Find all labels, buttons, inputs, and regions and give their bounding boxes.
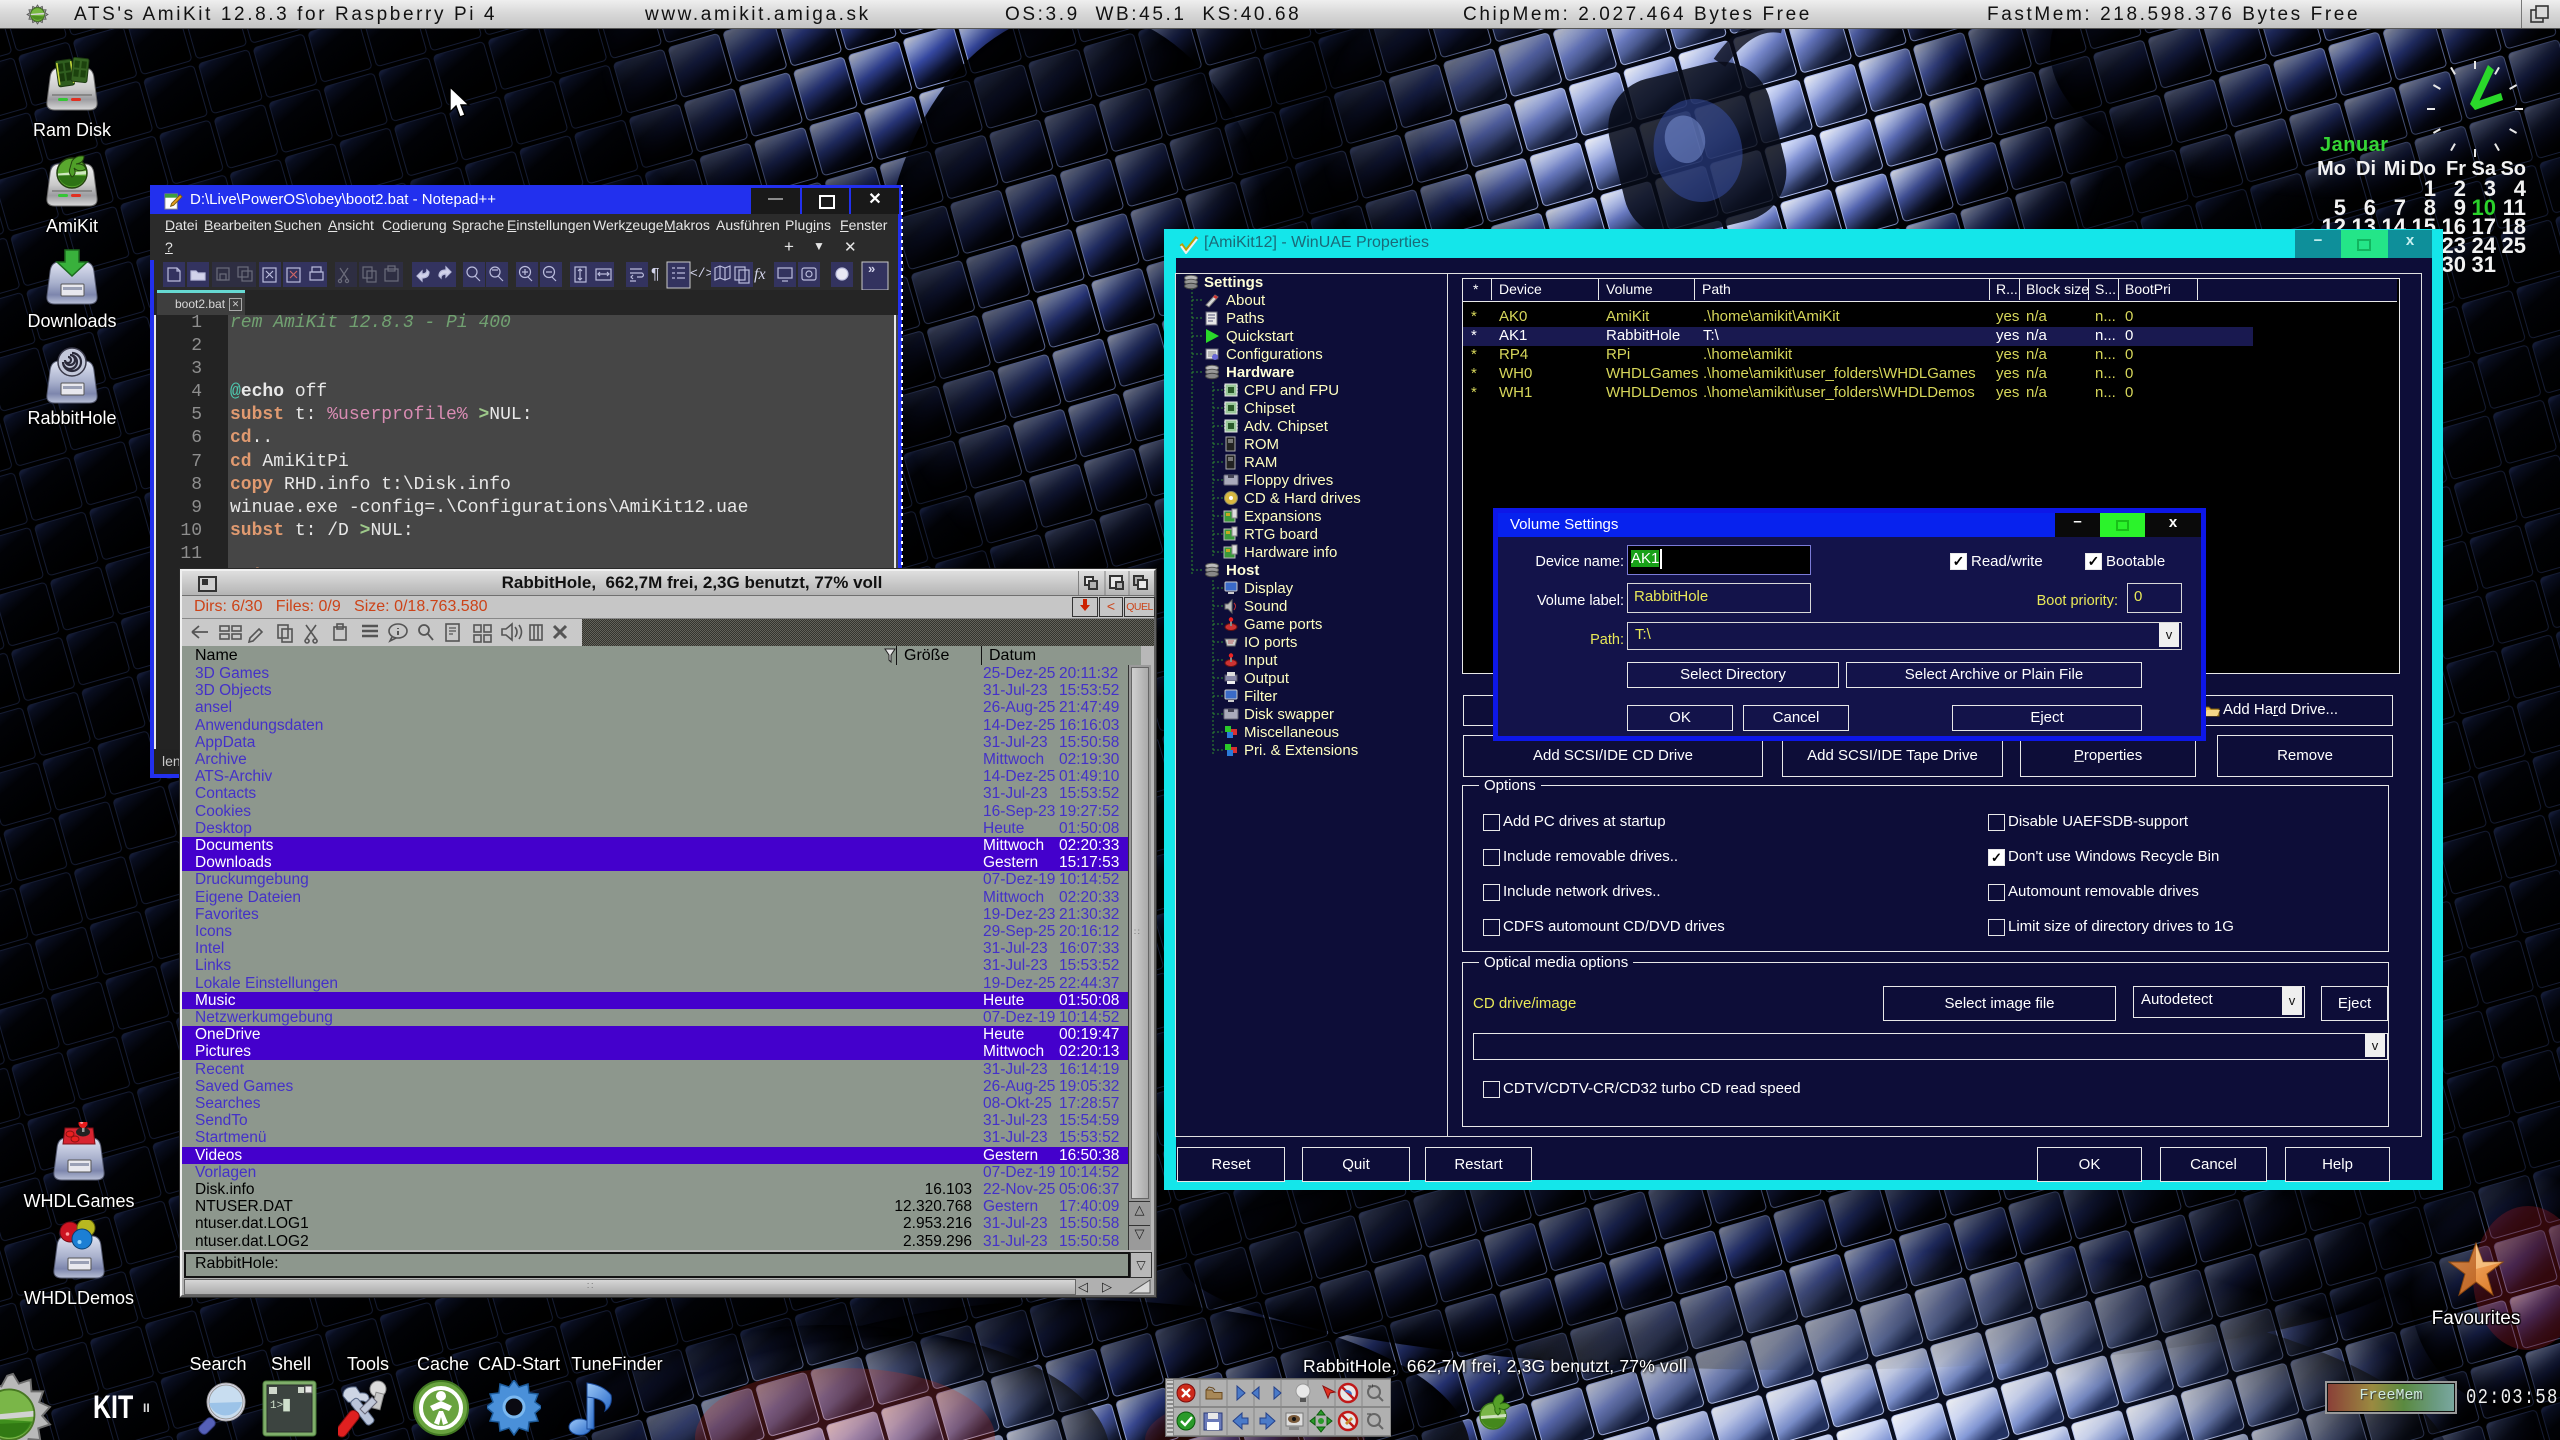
svg-text:Input: Input <box>1244 652 1278 669</box>
svg-text:Filter: Filter <box>1244 688 1277 705</box>
svg-text:Quickstart: Quickstart <box>1226 328 1294 345</box>
svg-text:IO ports: IO ports <box>1244 634 1297 651</box>
svg-text:RTG board: RTG board <box>1244 526 1318 543</box>
svg-text:1>█: 1>█ <box>270 1398 290 1412</box>
svg-text:Settings: Settings <box>1204 274 1263 291</box>
svg-text:Adv. Chipset: Adv. Chipset <box>1244 418 1329 435</box>
svg-text:¶: ¶ <box>651 266 660 283</box>
svg-text:Miscellaneous: Miscellaneous <box>1244 724 1339 741</box>
svg-text:ROM: ROM <box>1244 436 1279 453</box>
svg-text:Game ports: Game ports <box>1244 616 1322 633</box>
svg-text:Sound: Sound <box>1244 598 1287 615</box>
svg-text:Expansions: Expansions <box>1244 508 1322 525</box>
svg-text:RAM: RAM <box>1244 454 1277 471</box>
svg-text:Paths: Paths <box>1226 310 1264 327</box>
svg-text:»: » <box>868 261 875 276</box>
svg-text:Chipset: Chipset <box>1244 400 1296 417</box>
svg-text:CD & Hard drives: CD & Hard drives <box>1244 490 1361 507</box>
svg-text:Disk swapper: Disk swapper <box>1244 706 1334 723</box>
svg-text:Output: Output <box>1244 670 1290 687</box>
svg-text:fx: fx <box>754 266 766 283</box>
svg-text:Pri. & Extensions: Pri. & Extensions <box>1244 742 1358 759</box>
svg-text:Host: Host <box>1226 562 1259 579</box>
svg-text:Hardware info: Hardware info <box>1244 544 1337 561</box>
svg-text:Configurations: Configurations <box>1226 346 1323 363</box>
svg-text:CPU and FPU: CPU and FPU <box>1244 382 1339 399</box>
svg-text:Hardware: Hardware <box>1226 364 1294 381</box>
svg-text:</>: </> <box>690 266 714 281</box>
svg-text:Floppy drives: Floppy drives <box>1244 472 1333 489</box>
svg-text:Display: Display <box>1244 580 1294 597</box>
svg-text:About: About <box>1226 292 1266 309</box>
